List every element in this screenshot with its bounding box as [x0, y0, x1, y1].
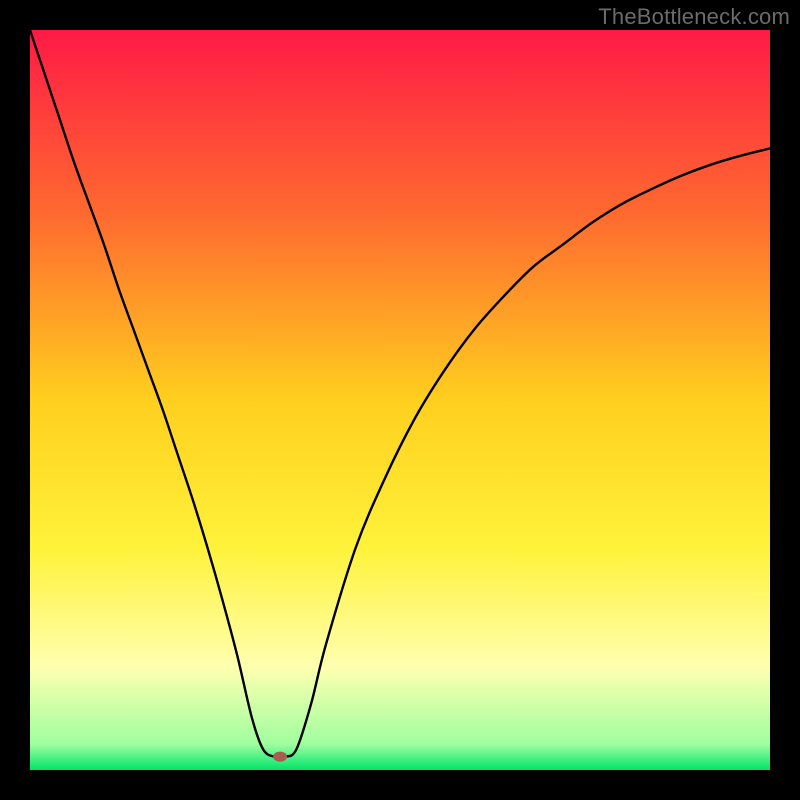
watermark-label: TheBottleneck.com: [598, 4, 790, 30]
plot-area: [30, 30, 770, 770]
chart-frame: TheBottleneck.com: [0, 0, 800, 800]
minimum-marker: [273, 752, 287, 762]
gradient-background: [30, 30, 770, 770]
chart-svg: [30, 30, 770, 770]
